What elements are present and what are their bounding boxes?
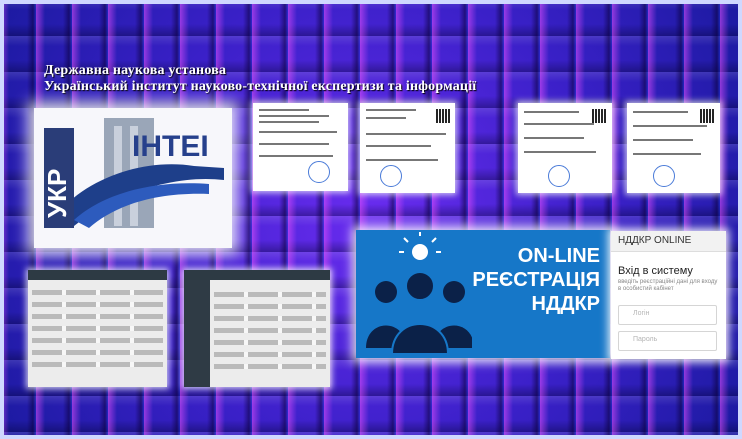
login-app-title: НДДКР ONLINE bbox=[618, 235, 692, 246]
logo-brand-text: ІНТЕІ bbox=[132, 130, 209, 163]
login-header: НДДКР ONLINE bbox=[611, 231, 726, 252]
document-thumbnail[interactable] bbox=[518, 103, 612, 193]
password-input[interactable]: Пароль bbox=[618, 331, 717, 351]
document-thumbnail[interactable] bbox=[360, 103, 455, 193]
login-input[interactable]: Логін bbox=[618, 305, 717, 325]
login-panel: НДДКР ONLINE Вхід в систему введіть реєс… bbox=[611, 231, 726, 359]
banner-line-registration: РЕЄСТРАЦІЯ bbox=[472, 269, 600, 291]
app-screenshot[interactable] bbox=[28, 270, 167, 387]
app-screenshot[interactable] bbox=[184, 270, 330, 387]
banner-line-nddkr: НДДКР bbox=[531, 293, 601, 315]
document-thumbnail[interactable] bbox=[253, 103, 348, 191]
online-registration-banner[interactable]: ON-LINE РЕЄСТРАЦІЯ НДДКР bbox=[356, 230, 610, 358]
org-type-heading: Державна наукова установа bbox=[44, 63, 227, 78]
login-subtitle: введіть реєстраційні дані для входу в ос… bbox=[618, 279, 718, 292]
ukrintei-logo[interactable]: ІНТЕІ УКР bbox=[34, 108, 232, 248]
banner-line-online: ON-LINE bbox=[517, 245, 600, 267]
document-thumbnail[interactable] bbox=[627, 103, 720, 193]
login-heading: Вхід в систему bbox=[618, 265, 693, 277]
logo-side-text: УКР bbox=[42, 169, 72, 218]
org-name-heading: Український інститут науково-технічної е… bbox=[44, 79, 477, 94]
